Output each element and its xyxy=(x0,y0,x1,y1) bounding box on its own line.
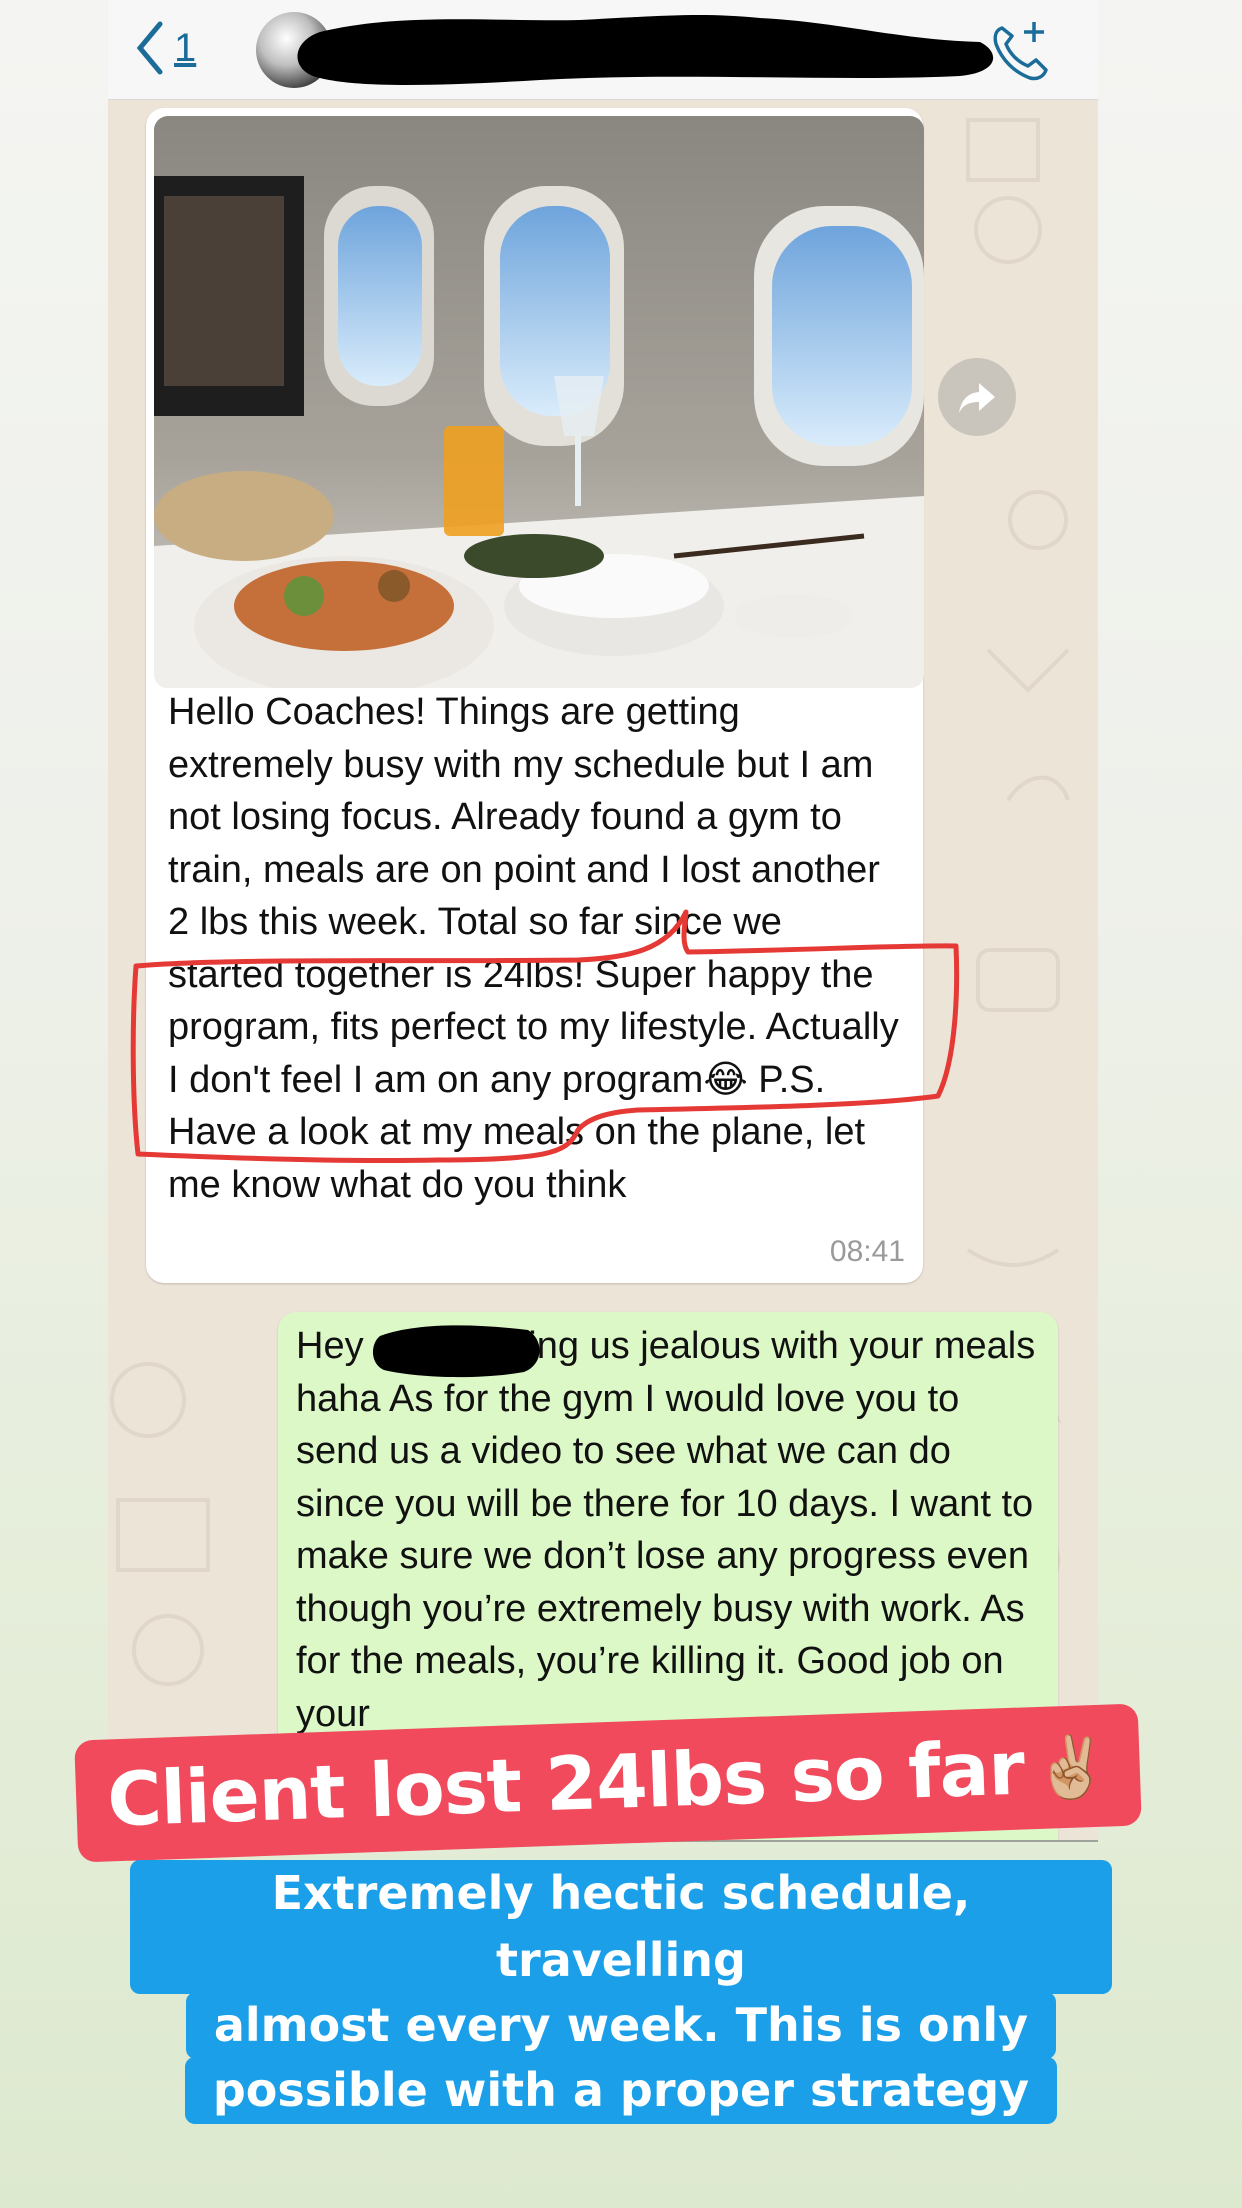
redacted-name xyxy=(372,1325,540,1378)
incoming-text-part-1: Hello Coaches! Things are getting extrem… xyxy=(168,691,910,1101)
caption-line-2: almost every week. This is only xyxy=(185,1992,1057,2059)
back-button[interactable]: 1 xyxy=(134,18,196,78)
chevron-left-icon xyxy=(136,21,163,75)
headline-text: Client lost 24lbs so far xyxy=(106,1725,1026,1844)
victory-hand-emoji: ✌🏼 xyxy=(1032,1732,1110,1802)
caption-line-3: possible with a proper strategy xyxy=(184,2057,1058,2124)
caption-block: Extremely hectic schedule, travelling al… xyxy=(130,1860,1112,2124)
tears-of-joy-emoji: 😂 xyxy=(703,1058,748,1101)
message-timestamp: 08:41 xyxy=(829,1235,905,1268)
outgoing-message-text: Hey stop making us jealous with your mea… xyxy=(296,1325,1036,1735)
forward-arrow-icon xyxy=(959,383,995,413)
photo-image xyxy=(154,116,924,688)
redacted-contact-name xyxy=(297,14,994,86)
add-call-icon[interactable] xyxy=(988,18,1054,84)
airplane-meal-photo[interactable] xyxy=(154,116,924,688)
incoming-message[interactable]: Hello Coaches! Things are getting extrem… xyxy=(146,108,924,1283)
incoming-message-text: Hello Coaches! Things are getting extrem… xyxy=(168,686,908,1211)
chat-header: 1 xyxy=(108,0,1098,100)
unread-count: 1 xyxy=(174,26,197,70)
chat-screenshot: 1 Hello Coaches! Things are getting extr… xyxy=(108,0,1098,1842)
caption-line-1: Extremely hectic schedule, travelling xyxy=(130,1860,1112,1994)
forward-button[interactable] xyxy=(938,358,1016,436)
